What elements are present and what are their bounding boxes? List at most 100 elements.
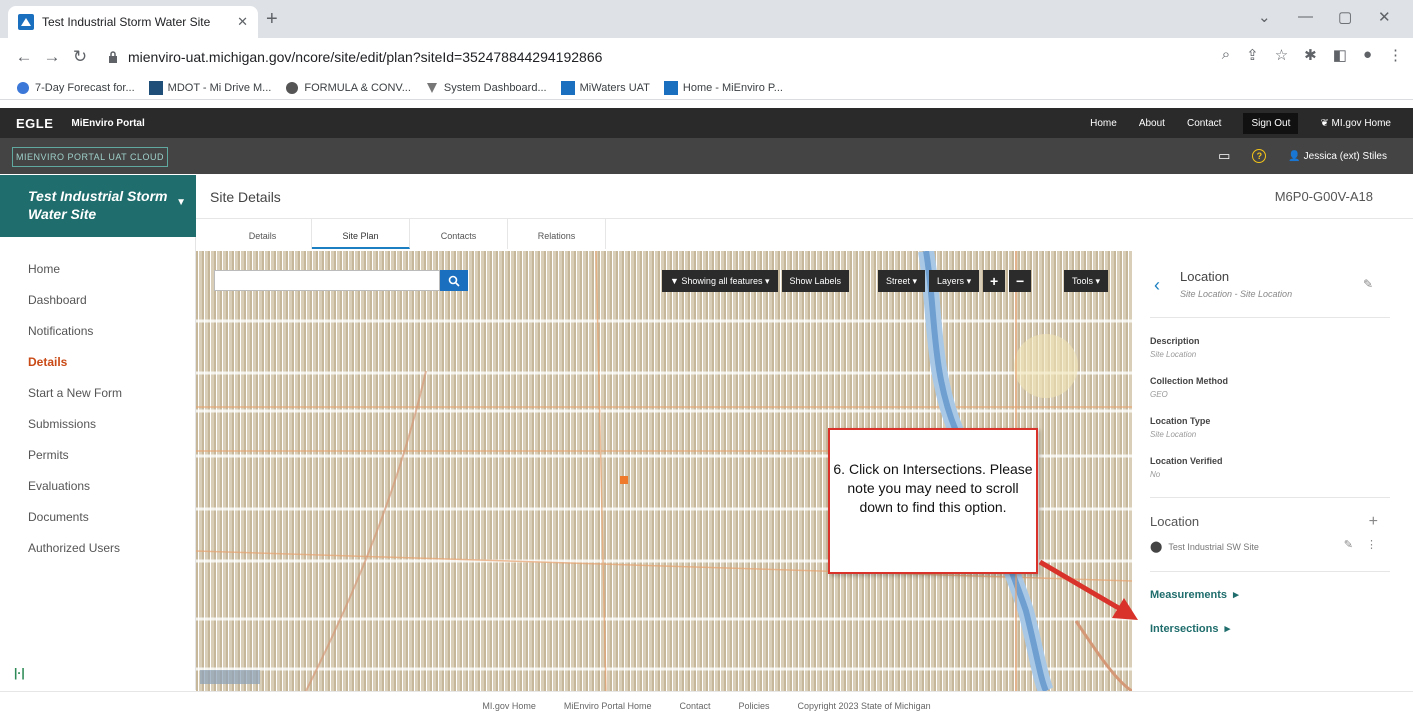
sidebar-item-authorized-users[interactable]: Authorized Users bbox=[0, 532, 195, 563]
dashboard-icon bbox=[426, 82, 437, 93]
menu-icon[interactable]: ⋮ bbox=[1388, 46, 1403, 64]
globe-icon bbox=[286, 81, 299, 94]
user-menu[interactable]: 👤 Jessica (ext) Stiles bbox=[1288, 151, 1387, 162]
tab-search-icon[interactable]: ⌄ bbox=[1258, 8, 1271, 26]
sidebar-item-start-a-new-form[interactable]: Start a New Form bbox=[0, 377, 195, 408]
extensions-icon[interactable]: ✱ bbox=[1304, 46, 1317, 64]
site-location-marker[interactable] bbox=[620, 476, 628, 484]
bookmark-item[interactable]: Home - MiEnviro P... bbox=[663, 80, 783, 95]
footer-link[interactable]: Contact bbox=[679, 701, 710, 711]
footer-link[interactable]: Policies bbox=[738, 701, 769, 711]
michigan-icon: ❦ bbox=[1320, 117, 1332, 129]
new-tab-icon[interactable]: + bbox=[266, 8, 278, 31]
help-icon[interactable]: ? bbox=[1252, 149, 1267, 163]
sidebar-item-submissions[interactable]: Submissions bbox=[0, 408, 195, 439]
bookmark-star-icon[interactable]: ☆ bbox=[1275, 46, 1288, 64]
sign-out-button[interactable]: Sign Out bbox=[1243, 112, 1299, 134]
sub-header: MIENVIRO PORTAL UAT CLOUD ▭ ? 👤 Jessica … bbox=[0, 138, 1413, 174]
showing-features-dropdown[interactable]: ▼ Showing all features ▾ bbox=[662, 270, 778, 292]
zoom-out-button[interactable]: − bbox=[1009, 270, 1032, 292]
footer-link[interactable]: MI.gov Home bbox=[482, 701, 536, 711]
share-icon[interactable]: ⇪ bbox=[1246, 46, 1259, 64]
location-heading: Location bbox=[1150, 514, 1200, 529]
field-value: No bbox=[1150, 470, 1161, 479]
browser-tab-title: Test Industrial Storm Water Site bbox=[42, 15, 211, 29]
nav-contact[interactable]: Contact bbox=[1187, 118, 1221, 129]
map-pin-icon: ⬤ bbox=[1150, 541, 1163, 553]
browser-toolbar: ← → ↻ mienviro-uat.michigan.gov/ncore/si… bbox=[0, 38, 1413, 76]
tab-contacts[interactable]: Contacts bbox=[410, 219, 508, 249]
browser-tab[interactable]: Test Industrial Storm Water Site ✕ bbox=[8, 6, 258, 38]
sidebar-item-home[interactable]: Home bbox=[0, 253, 195, 284]
sidebar-item-dashboard[interactable]: Dashboard bbox=[0, 284, 195, 315]
minimize-icon[interactable]: — bbox=[1298, 8, 1313, 25]
site-id: M6P0-G00V-A18 bbox=[1274, 189, 1373, 204]
street-dropdown[interactable]: Street ▾ bbox=[878, 270, 926, 292]
panel-title: Location bbox=[1180, 269, 1230, 284]
bookmark-item[interactable]: System Dashboard... bbox=[425, 81, 547, 95]
sidebar-item-evaluations[interactable]: Evaluations bbox=[0, 470, 195, 501]
sidebar: Home Dashboard Notifications Details Start a… bbox=[0, 237, 196, 690]
map-search-button[interactable] bbox=[440, 270, 468, 291]
divider bbox=[1150, 497, 1390, 498]
sidebar-item-notifications[interactable]: Notifications bbox=[0, 315, 195, 346]
maximize-icon[interactable]: ▢ bbox=[1338, 8, 1352, 26]
field-label: Location Type bbox=[1150, 416, 1211, 426]
bookmark-item[interactable]: 7-Day Forecast for... bbox=[16, 81, 135, 95]
profile-icon[interactable]: ● bbox=[1363, 46, 1372, 64]
back-icon[interactable]: ← bbox=[10, 47, 38, 67]
zoom-in-button[interactable]: + bbox=[983, 270, 1006, 292]
edit-location-icon[interactable]: ✎ bbox=[1344, 538, 1353, 551]
tools-dropdown[interactable]: Tools ▾ bbox=[1064, 270, 1109, 292]
field-value: Site Location bbox=[1150, 430, 1197, 439]
add-location-icon[interactable]: + bbox=[1369, 513, 1378, 531]
back-chevron-icon[interactable]: ‹ bbox=[1154, 275, 1160, 296]
egle-logo[interactable]: EGLE bbox=[16, 116, 53, 131]
migov-home-link[interactable]: ❦ MI.gov Home bbox=[1320, 118, 1391, 129]
field-label: Collection Method bbox=[1150, 376, 1228, 386]
sidebar-item-documents[interactable]: Documents bbox=[0, 501, 195, 532]
map-search-input[interactable] bbox=[214, 270, 440, 291]
reload-icon[interactable]: ↻ bbox=[66, 47, 94, 67]
show-labels-button[interactable]: Show Labels bbox=[781, 270, 850, 292]
footer-link[interactable]: MiEnviro Portal Home bbox=[564, 701, 652, 711]
sidebar-item-details[interactable]: Details bbox=[0, 346, 195, 377]
instruction-callout: 6. Click on Intersections. Please note y… bbox=[828, 428, 1038, 574]
panel-subtitle: Site Location - Site Location bbox=[1180, 289, 1293, 299]
environment-badge: MIENVIRO PORTAL UAT CLOUD bbox=[12, 147, 168, 167]
intersections-link[interactable]: Intersections ▸ bbox=[1150, 622, 1230, 635]
measurements-link[interactable]: Measurements ▸ bbox=[1150, 588, 1239, 601]
close-tab-icon[interactable]: ✕ bbox=[237, 14, 248, 30]
tab-details[interactable]: Details bbox=[214, 219, 312, 249]
portal-name[interactable]: MiEnviro Portal bbox=[71, 118, 144, 129]
bookmark-item[interactable]: MiWaters UAT bbox=[560, 80, 650, 95]
nav-home[interactable]: Home bbox=[1090, 118, 1117, 129]
collapse-sidebar-icon[interactable]: |·| bbox=[14, 666, 25, 680]
main-header: Site Details M6P0-G00V-A18 bbox=[196, 175, 1413, 219]
edit-pencil-icon[interactable]: ✎ bbox=[1363, 277, 1373, 291]
lock-icon bbox=[109, 51, 117, 63]
address-bar[interactable]: mienviro-uat.michigan.gov/ncore/site/edi… bbox=[108, 42, 1228, 72]
feedback-icon[interactable]: ▭ bbox=[1218, 148, 1230, 164]
close-window-icon[interactable]: ✕ bbox=[1378, 8, 1391, 26]
bookmark-item[interactable]: MDOT - Mi Drive M... bbox=[148, 80, 271, 95]
bookmark-item[interactable]: FORMULA & CONV... bbox=[285, 81, 411, 95]
site-selector[interactable]: Test Industrial Storm Water Site ▼ bbox=[0, 175, 196, 237]
tab-relations[interactable]: Relations bbox=[508, 219, 606, 249]
field-label: Location Verified bbox=[1150, 456, 1223, 466]
url-text: mienviro-uat.michigan.gov/ncore/site/edi… bbox=[128, 49, 603, 65]
chevron-right-icon: ▸ bbox=[1218, 623, 1231, 635]
nav-about[interactable]: About bbox=[1139, 118, 1165, 129]
forward-icon[interactable]: → bbox=[38, 47, 66, 67]
map-scale-bar bbox=[200, 670, 260, 684]
mienviro-favicon-icon bbox=[18, 14, 34, 30]
tab-site-plan[interactable]: Site Plan bbox=[312, 219, 410, 249]
field-value: Site Location bbox=[1150, 350, 1197, 359]
location-item[interactable]: ⬤ Test Industrial SW Site bbox=[1150, 540, 1259, 553]
sidebar-item-permits[interactable]: Permits bbox=[0, 439, 195, 470]
more-options-icon[interactable]: ⋮ bbox=[1366, 538, 1377, 551]
layers-dropdown[interactable]: Layers ▾ bbox=[929, 270, 980, 292]
app-header: EGLE MiEnviro Portal Home About Contact … bbox=[0, 108, 1413, 138]
sidepanel-icon[interactable]: ◧ bbox=[1333, 46, 1347, 64]
zoom-icon[interactable]: ⌕ bbox=[1222, 46, 1230, 64]
